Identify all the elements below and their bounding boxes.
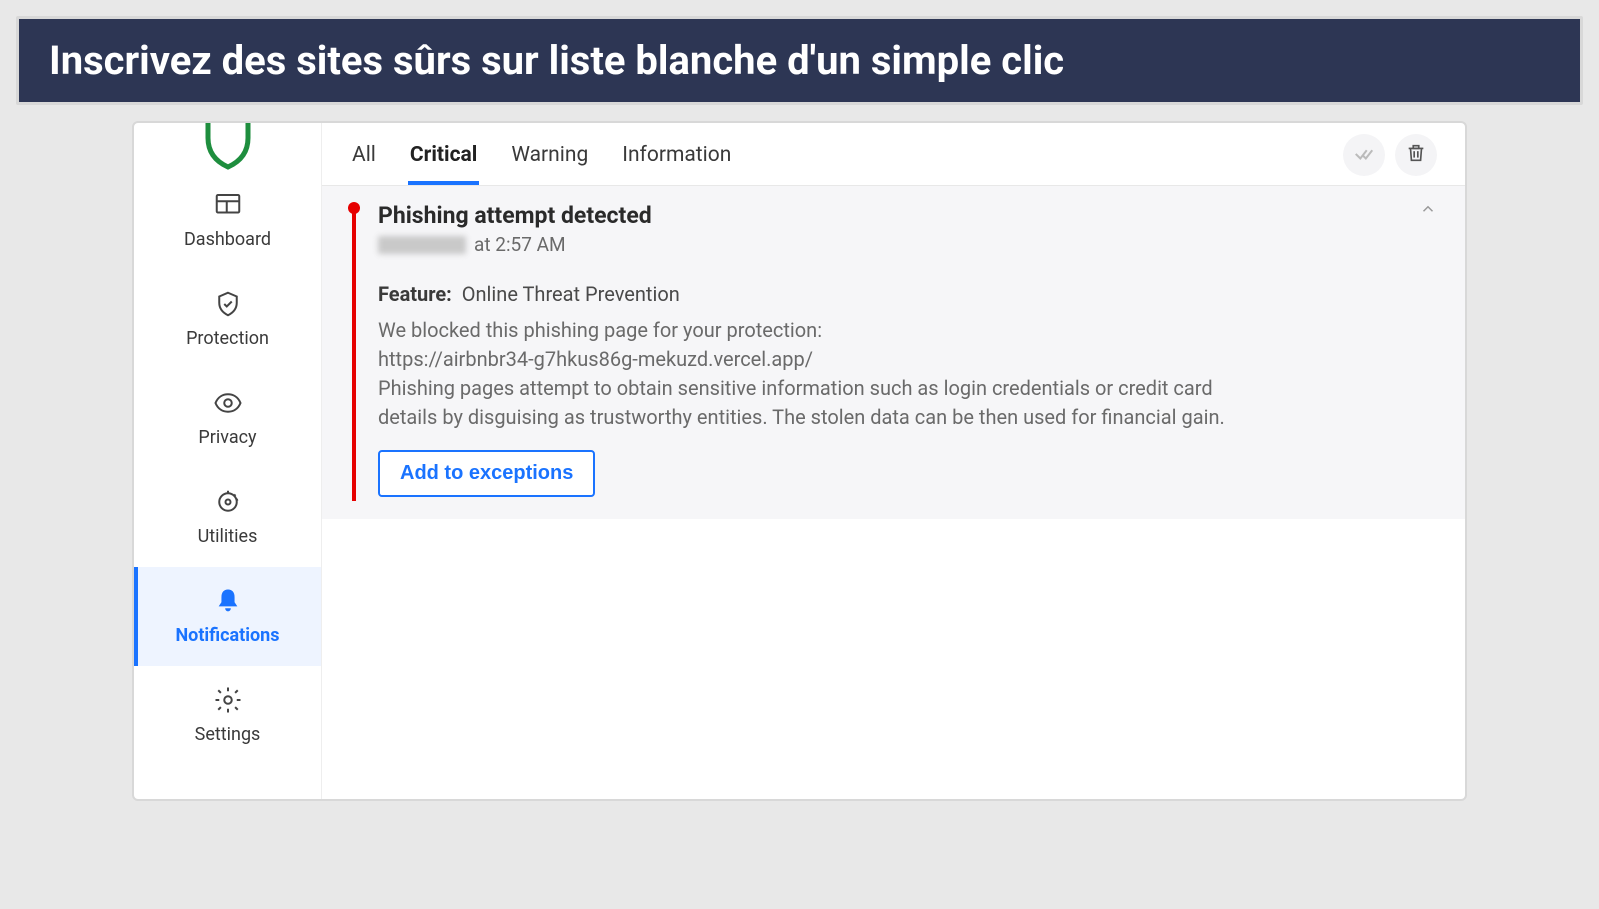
sidebar-item-utilities[interactable]: Utilities — [134, 468, 321, 567]
collapse-button[interactable] — [1419, 200, 1437, 222]
tab-warning[interactable]: Warning — [509, 133, 590, 185]
sidebar-item-privacy[interactable]: Privacy — [134, 369, 321, 468]
instruction-banner: Inscrivez des sites sûrs sur liste blanc… — [16, 16, 1583, 105]
notification-timestamp: at 2:57 AM — [378, 233, 1435, 256]
sidebar: Dashboard Protection Privacy Utilities N — [134, 123, 322, 799]
sidebar-item-label: Utilities — [198, 526, 258, 547]
body-line2: Phishing pages attempt to obtain sensiti… — [378, 376, 1225, 429]
blocked-url: https://airbnbr34-g7hkus86g-mekuzd.verce… — [378, 347, 813, 371]
tab-all[interactable]: All — [350, 133, 378, 185]
tab-label: All — [352, 143, 376, 167]
trash-icon — [1405, 142, 1427, 168]
tab-actions — [1343, 134, 1437, 184]
mark-all-read-button[interactable] — [1343, 134, 1385, 176]
feature-row: Feature: Online Threat Prevention — [378, 282, 1435, 306]
sidebar-item-label: Settings — [195, 724, 261, 745]
chevron-up-icon — [1419, 203, 1437, 222]
app-logo-shield — [134, 123, 321, 171]
time-text: at 2:57 AM — [474, 233, 566, 256]
gear-icon — [209, 684, 247, 716]
redacted-date — [378, 236, 466, 254]
tab-label: Critical — [410, 143, 477, 167]
notification-body: We blocked this phishing page for your p… — [378, 316, 1258, 432]
eye-icon — [209, 387, 247, 419]
sidebar-item-settings[interactable]: Settings — [134, 666, 321, 765]
sidebar-item-label: Dashboard — [184, 229, 271, 250]
notification-tabs: All Critical Warning Information — [322, 123, 1465, 186]
banner-text: Inscrivez des sites sûrs sur liste blanc… — [49, 37, 1064, 84]
bell-icon — [209, 585, 247, 617]
notification-card: Phishing attempt detected at 2:57 AM Fea… — [322, 186, 1465, 519]
feature-label: Feature: — [378, 282, 452, 306]
action-label: Add to exceptions — [400, 462, 573, 484]
sidebar-item-label: Protection — [186, 328, 269, 349]
severity-indicator — [352, 206, 356, 501]
tab-label: Warning — [511, 143, 588, 167]
sidebar-item-dashboard[interactable]: Dashboard — [134, 171, 321, 270]
sidebar-item-protection[interactable]: Protection — [134, 270, 321, 369]
feature-value: Online Threat Prevention — [462, 282, 680, 306]
delete-all-button[interactable] — [1395, 134, 1437, 176]
app-window: Dashboard Protection Privacy Utilities N — [132, 121, 1467, 801]
notification-title: Phishing attempt detected — [378, 202, 1435, 229]
tab-label: Information — [622, 143, 731, 167]
sidebar-item-notifications[interactable]: Notifications — [134, 567, 321, 666]
shield-check-icon — [209, 288, 247, 320]
sidebar-item-label: Notifications — [175, 625, 279, 646]
body-line1: We blocked this phishing page for your p… — [378, 318, 822, 342]
tab-information[interactable]: Information — [620, 133, 733, 185]
dashboard-icon — [209, 189, 247, 221]
sidebar-item-label: Privacy — [198, 427, 256, 448]
main-content: All Critical Warning Information — [322, 123, 1465, 799]
gear-dots-icon — [209, 486, 247, 518]
tab-critical[interactable]: Critical — [408, 133, 479, 185]
mark-all-read-icon — [1353, 142, 1375, 168]
add-to-exceptions-button[interactable]: Add to exceptions — [378, 450, 595, 497]
